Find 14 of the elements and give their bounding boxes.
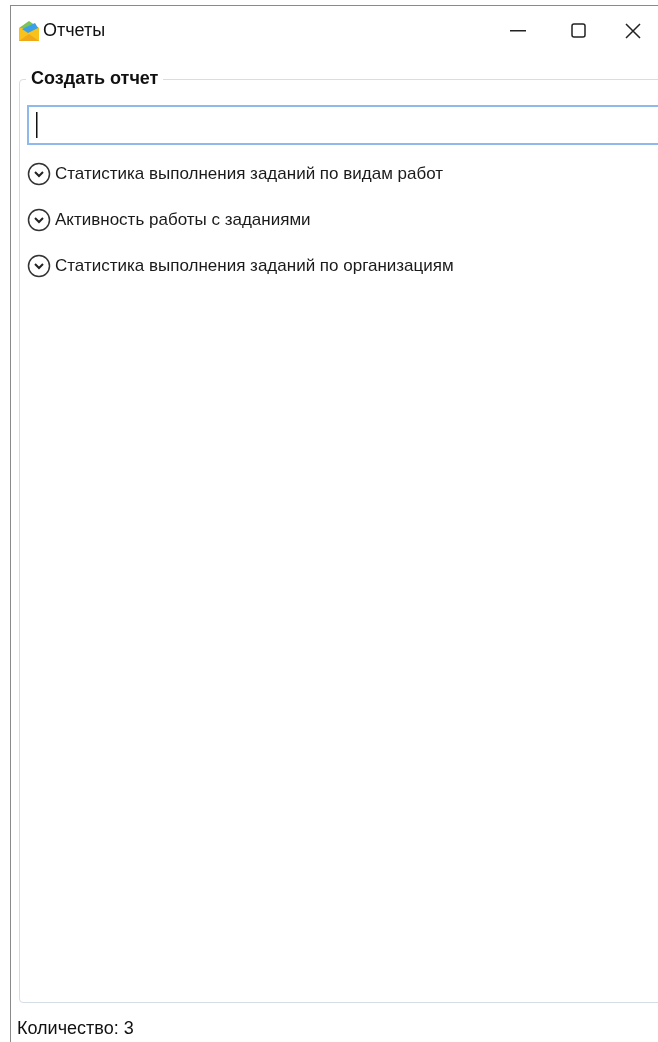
window-title: Отчеты [43, 19, 106, 43]
count-label: Количество: 3 [17, 1017, 135, 1040]
text-cursor-icon [36, 111, 38, 138]
close-icon [625, 22, 641, 39]
minimize-icon [510, 29, 526, 32]
expand-icon[interactable] [27, 253, 51, 278]
report-item[interactable]: Статистика выполнения заданий по видам работ [55, 161, 444, 187]
report-item[interactable]: Активность работы с заданиями [55, 207, 311, 233]
maximize-icon [570, 23, 586, 39]
expand-icon[interactable] [27, 161, 51, 186]
expand-icon[interactable] [27, 207, 51, 232]
search-field[interactable] [27, 104, 658, 145]
report-item[interactable]: Статистика выполнения заданий по организациям [55, 253, 454, 279]
envelope-icon [18, 19, 40, 42]
